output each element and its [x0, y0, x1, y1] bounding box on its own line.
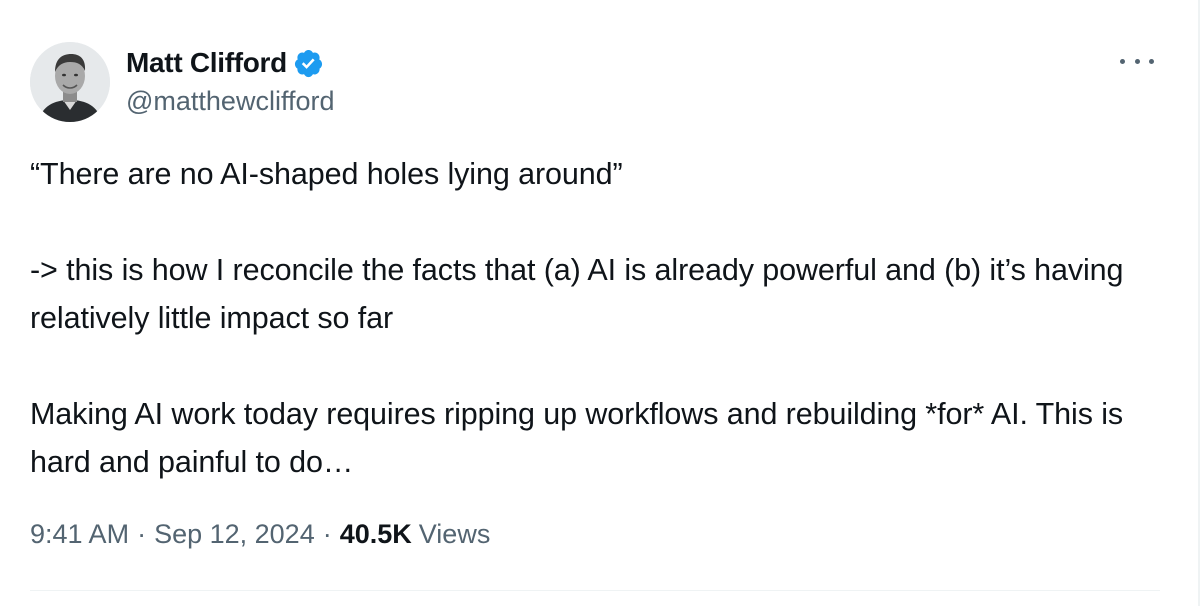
views-count[interactable]: 40.5K	[340, 519, 412, 550]
tweet-paragraph: Making AI work today requires ripping up…	[30, 397, 1132, 479]
meta-separator: ·	[322, 519, 332, 549]
tweet-card: Matt Clifford @matthewclifford “There ar…	[0, 0, 1200, 606]
more-options-icon[interactable]	[1120, 48, 1154, 74]
more-dot	[1134, 58, 1140, 64]
tweet-paragraph: “There are no AI-shaped holes lying arou…	[30, 157, 623, 191]
divider	[30, 590, 1160, 591]
tweet-text: “There are no AI-shaped holes lying arou…	[30, 150, 1170, 486]
more-dot	[1149, 58, 1154, 64]
author-handle[interactable]: @matthewclifford	[126, 86, 335, 117]
views-label: Views	[418, 519, 491, 549]
verified-badge-icon[interactable]	[293, 48, 324, 79]
tweet-time[interactable]: 9:41 AM	[30, 519, 129, 550]
author-display-name[interactable]: Matt Clifford	[126, 47, 287, 79]
tweet-date[interactable]: Sep 12, 2024	[154, 519, 315, 550]
avatar[interactable]	[30, 42, 110, 122]
more-dot	[1120, 58, 1125, 64]
tweet-meta: 9:41 AM · Sep 12, 2024 · 40.5K Views	[30, 519, 490, 550]
avatar-image	[30, 42, 110, 122]
meta-separator: ·	[137, 519, 147, 549]
author-name-row: Matt Clifford	[126, 46, 324, 80]
tweet-paragraph: -> this is how I reconcile the facts tha…	[30, 253, 1132, 335]
